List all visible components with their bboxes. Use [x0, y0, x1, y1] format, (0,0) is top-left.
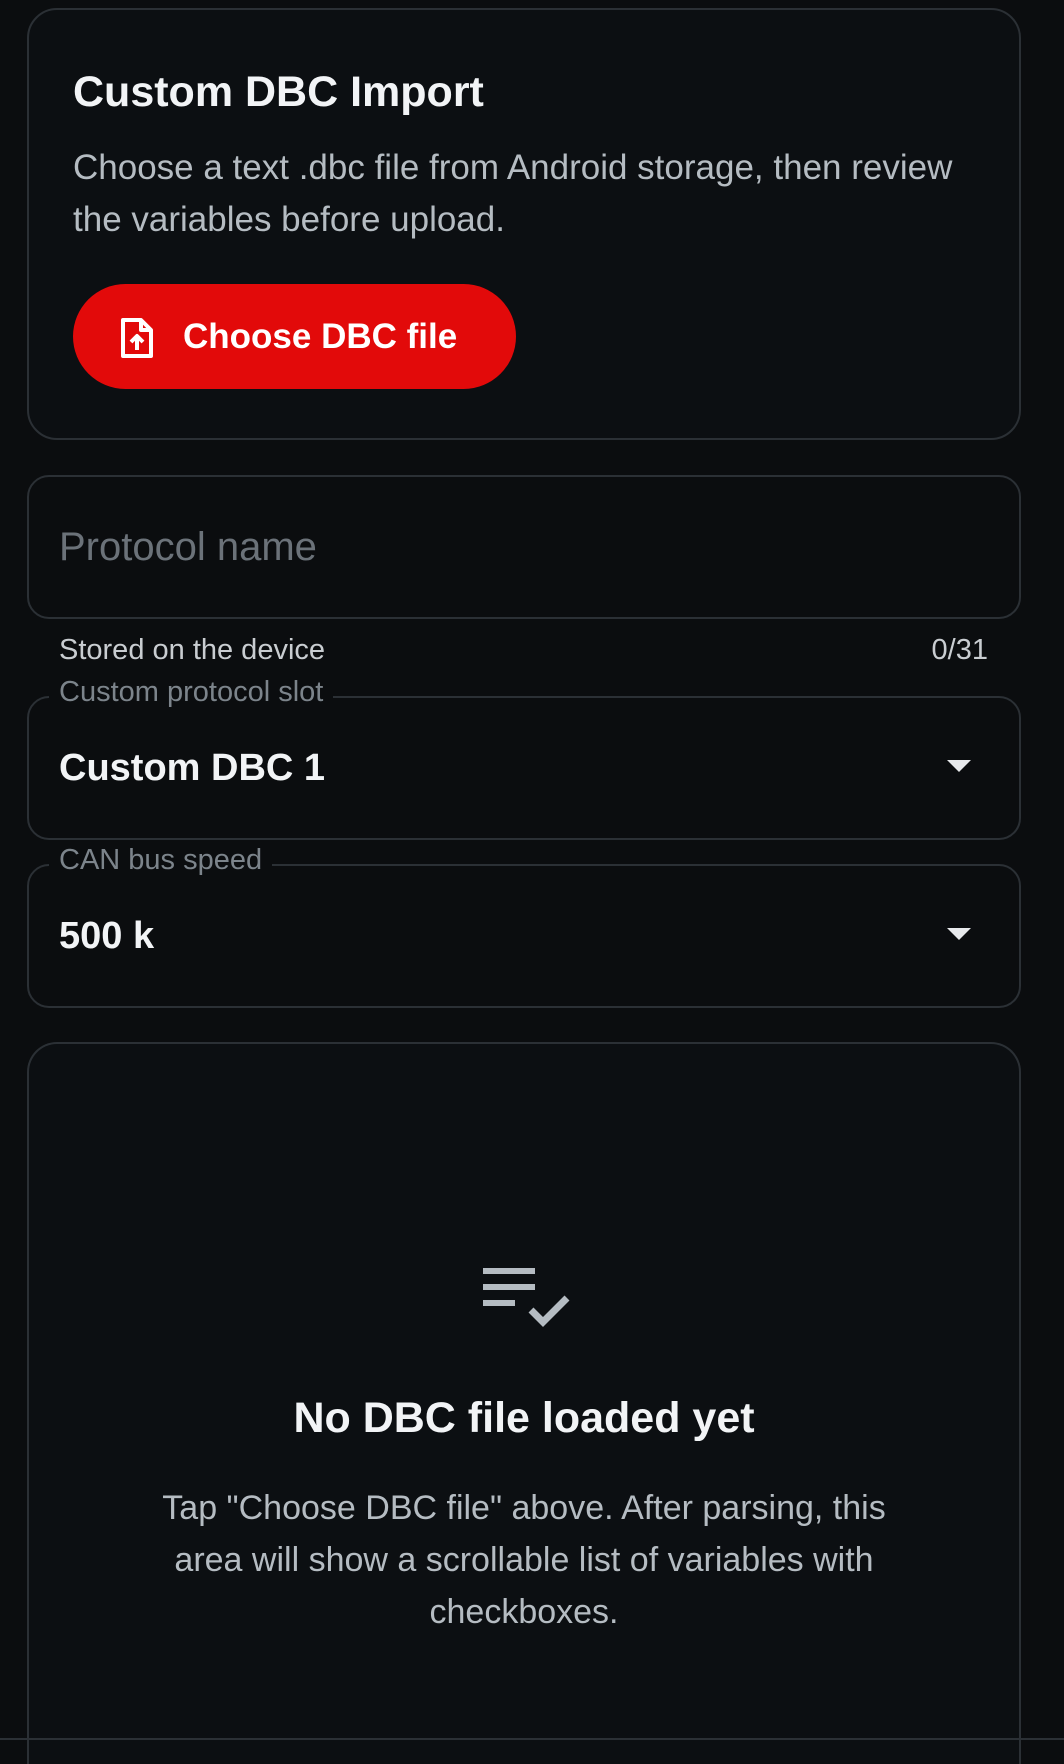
slot-value: Custom DBC 1	[59, 747, 326, 789]
file-upload-icon	[121, 318, 153, 358]
protocol-name-field[interactable]	[27, 475, 1021, 619]
can-bus-speed-select[interactable]: CAN bus speed 500 k	[27, 844, 1021, 1008]
playlist-check-icon	[483, 1268, 570, 1327]
chevron-down-icon	[947, 928, 971, 940]
dbc-import-screen: Custom DBC Import Choose a text .dbc fil…	[0, 0, 1064, 1764]
card-description: Choose a text .dbc file from Android sto…	[73, 148, 953, 239]
chevron-down-icon	[947, 760, 971, 772]
divider	[0, 1738, 1064, 1740]
dbc-import-card: Custom DBC Import Choose a text .dbc fil…	[27, 8, 1021, 440]
choose-dbc-file-label: Choose DBC file	[183, 317, 458, 356]
bus-speed-value: 500 k	[59, 915, 155, 957]
empty-state-title: No DBC file loaded yet	[293, 1394, 755, 1442]
empty-state-description: Tap "Choose DBC file" above. After parsi…	[162, 1489, 886, 1631]
custom-protocol-slot-select[interactable]: Custom protocol slot Custom DBC 1	[27, 676, 1021, 840]
protocol-name-counter: 0/31	[931, 634, 988, 666]
protocol-name-helper: Stored on the device	[59, 634, 326, 666]
choose-dbc-file-button[interactable]: Choose DBC file	[73, 284, 516, 389]
variables-empty-state-card: No DBC file loaded yet Tap "Choose DBC f…	[27, 1042, 1021, 1764]
card-title: Custom DBC Import	[73, 68, 484, 116]
protocol-name-input[interactable]	[59, 477, 959, 617]
